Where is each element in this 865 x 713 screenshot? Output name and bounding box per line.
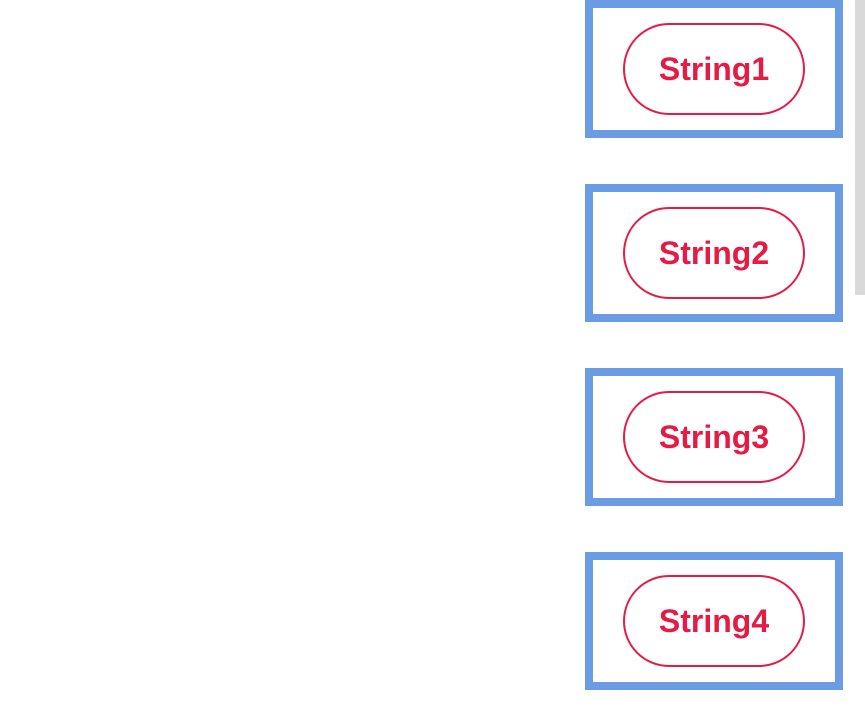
item-box: String2 bbox=[585, 184, 843, 322]
item-pill: String2 bbox=[623, 207, 805, 299]
item-pill: String4 bbox=[623, 575, 805, 667]
item-label: String2 bbox=[659, 235, 769, 272]
item-label: String4 bbox=[659, 603, 769, 640]
item-label: String3 bbox=[659, 419, 769, 456]
item-pill: String3 bbox=[623, 391, 805, 483]
item-label: String1 bbox=[659, 51, 769, 88]
item-list: String1 String2 String3 String4 bbox=[585, 0, 843, 690]
item-pill: String1 bbox=[623, 23, 805, 115]
item-box: String3 bbox=[585, 368, 843, 506]
side-scrollbar[interactable] bbox=[855, 0, 865, 295]
item-box: String1 bbox=[585, 0, 843, 138]
item-box: String4 bbox=[585, 552, 843, 690]
